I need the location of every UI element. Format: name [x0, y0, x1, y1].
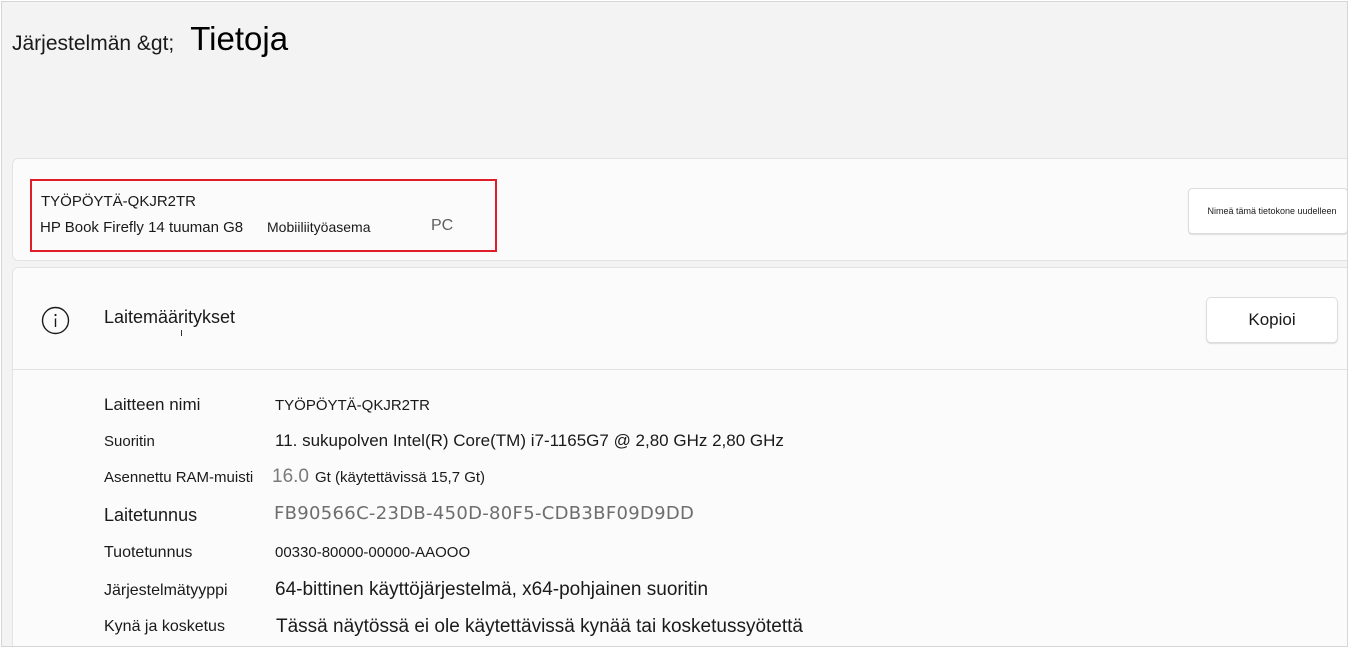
spec-value-pen-touch: Tässä näytössä ei ole käytettävissä kynä…: [276, 616, 803, 637]
spec-label-system-type: Järjestelmätyyppi: [104, 582, 228, 599]
breadcrumb-parent[interactable]: Järjestelmän &gt;: [12, 32, 174, 56]
ram-amount: 16.0: [272, 466, 309, 487]
highlight-box: [30, 179, 497, 252]
spec-label-product-id: Tuotetunnus: [104, 544, 193, 561]
spec-value-device-name: TYÖPÖYTÄ-QKJR2TR: [275, 397, 431, 414]
spec-value-product-id: 00330-80000-00000-AAOOO: [275, 544, 471, 561]
spec-label-device-id: Laitetunnus: [104, 505, 198, 525]
breadcrumb: Järjestelmän &gt; Tietoja: [12, 20, 288, 58]
device-card: TYÖPÖYTÄ-QKJR2TR HP Book Firefly 14 tuum…: [12, 158, 1347, 261]
ram-details: Gt (käytettävissä 15,7 Gt): [314, 469, 486, 486]
page-title: Tietoja: [190, 20, 289, 57]
device-form-factor: PC: [431, 217, 454, 234]
info-icon: [41, 306, 70, 335]
spec-label-pen-touch: Kynä ja kosketus: [104, 618, 225, 635]
spec-label-processor: Suoritin: [104, 433, 155, 450]
spec-label-ram: Asennettu RAM-muisti: [104, 469, 254, 486]
text-cursor: [181, 330, 182, 336]
device-specs-title: Laitemääritykset: [104, 307, 236, 327]
spec-label-device-name: Laitteen nimi: [104, 395, 201, 414]
device-specs-header[interactable]: Laitemääritykset Kopioi: [13, 268, 1347, 370]
device-type: Mobiiliityöasema: [267, 219, 371, 235]
rename-pc-button[interactable]: Nimeä tämä tietokone uudelleen: [1188, 188, 1347, 234]
spec-value-system-type: 64-bittinen käyttöjärjestelmä, x64-pohja…: [275, 579, 709, 600]
device-model: HP Book Firefly 14 tuuman G8: [40, 219, 244, 236]
spec-value-ram: 16.0 Gt (käytettävissä 15,7 Gt): [272, 466, 485, 488]
device-specs-card: Laitemääritykset Kopioi Laitteen nimi TY…: [12, 267, 1347, 646]
spec-value-device-id: FB90566C-23DB-450D-80F5-CDB3BF09D9DD: [274, 503, 695, 524]
spec-value-processor: 11. sukupolven Intel(R) Core(TM) i7-1165…: [275, 431, 784, 450]
device-name: TYÖPÖYTÄ-QKJR2TR: [41, 193, 197, 210]
copy-button[interactable]: Kopioi: [1206, 297, 1338, 343]
settings-window: Järjestelmän &gt; Tietoja TYÖPÖYTÄ-QKJR2…: [1, 1, 1348, 647]
